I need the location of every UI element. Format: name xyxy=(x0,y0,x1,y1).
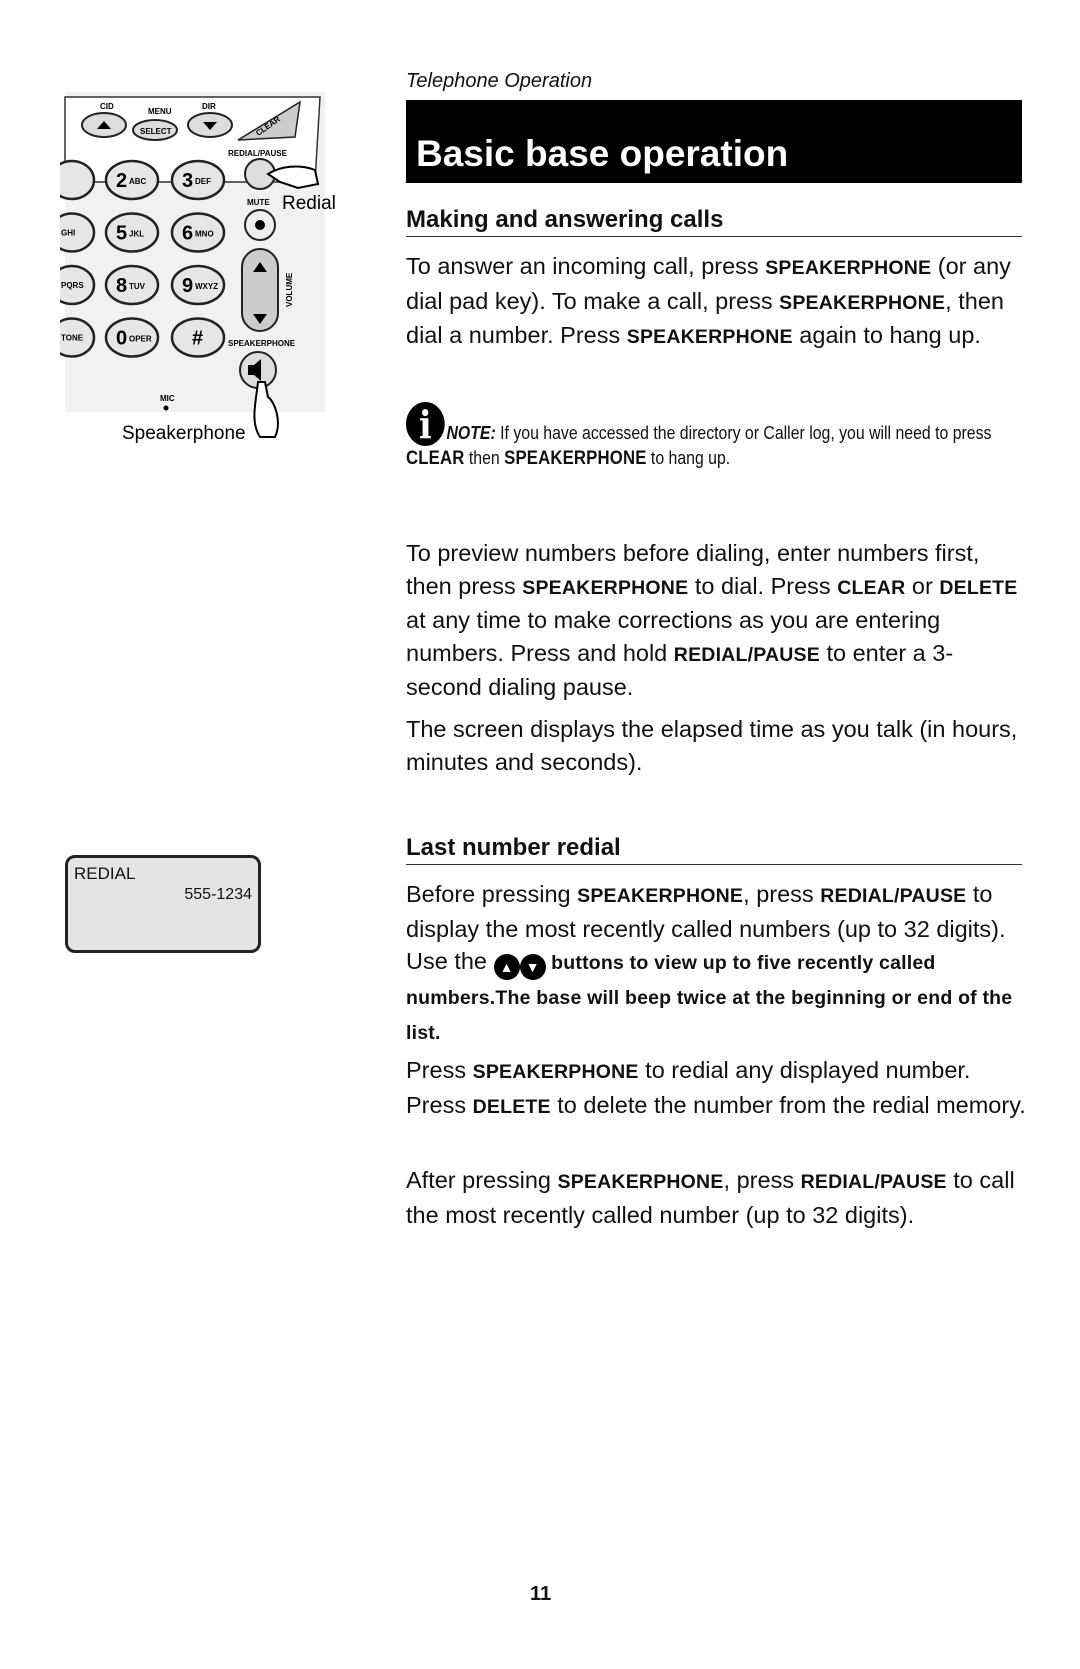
text: Before pressing xyxy=(406,881,578,907)
text: again to hang up. xyxy=(792,322,981,349)
key-name: REDIAL/PAUSE xyxy=(673,643,820,666)
left-key[interactable] xyxy=(60,159,96,201)
key-digit: 0 xyxy=(116,328,127,350)
page-title: Basic base operation xyxy=(416,133,789,174)
text: Press xyxy=(406,1057,473,1083)
section-title: Telephone Operation xyxy=(406,70,593,92)
key-letters: DEF xyxy=(195,177,211,186)
key-letters: JKL xyxy=(129,230,144,239)
left-key-letters: TONE xyxy=(61,334,84,343)
key-name: SPEAKERPHONE xyxy=(626,326,793,349)
redial-pause-label: REDIAL/PAUSE xyxy=(228,149,288,158)
paragraph-preview: To preview numbers before dialing, enter… xyxy=(406,537,1026,704)
text: , press xyxy=(743,881,821,907)
text: To answer an incoming call, press xyxy=(406,253,766,279)
left-key-letters: GHI xyxy=(61,229,75,238)
left-key-letters: PQRS xyxy=(61,281,84,290)
paragraph-redial-call: After pressing SPEAKERPHONE, press REDIA… xyxy=(406,1164,1026,1231)
volume-label: VOLUME xyxy=(285,272,294,307)
key-name: SPEAKERPHONE xyxy=(522,576,689,599)
key-digit: 9 xyxy=(182,275,193,297)
paragraph-elapsed: The screen displays the elapsed time as … xyxy=(406,716,1018,775)
key-digit: 5 xyxy=(116,223,127,245)
paragraph-redial-display: Before pressing SPEAKERPHONE, press REDI… xyxy=(406,878,1026,1049)
page-banner: Basic base operation xyxy=(406,100,1022,183)
lcd-redial-label: REDIAL xyxy=(74,864,136,883)
select-label: SELECT xyxy=(140,127,172,136)
key-digit: 2 xyxy=(116,170,127,192)
note: i NOTE: If you have accessed the director… xyxy=(406,402,1026,471)
speakerphone-label: SPEAKERPHONE xyxy=(228,339,296,348)
key-name: SPEAKERPHONE xyxy=(472,1061,639,1083)
down-arrow-icon: ▼ xyxy=(519,954,546,981)
text: to delete the number from the redial mem… xyxy=(550,1091,1026,1118)
key-name: DELETE xyxy=(472,1095,551,1118)
key-letters: WXYZ xyxy=(195,282,218,291)
speakerphone-callout: Speakerphone xyxy=(122,423,246,444)
key-digit: # xyxy=(192,328,203,350)
key-digit: 3 xyxy=(182,170,193,192)
key-name: REDIAL/PAUSE xyxy=(820,885,967,907)
mute-label: MUTE xyxy=(247,198,270,207)
key-name: SPEAKERPHONE xyxy=(765,257,932,279)
lcd-display: REDIAL 555-1234 xyxy=(65,855,261,953)
text: to hang up. xyxy=(646,448,731,468)
text: , press xyxy=(723,1167,801,1193)
key-letters: TUV xyxy=(129,282,146,291)
key-name: SPEAKERPHONE xyxy=(779,291,946,314)
menu-label: MENU xyxy=(148,107,172,116)
paragraph-redial-number: Press SPEAKERPHONE to redial any display… xyxy=(406,1054,1026,1123)
key-name: SPEAKERPHONE xyxy=(577,885,744,907)
note-text: NOTE: If you have accessed the directory… xyxy=(406,423,992,469)
key-letters: OPER xyxy=(129,335,152,344)
redial-callout: Redial xyxy=(282,193,336,214)
note-label: NOTE: xyxy=(446,423,496,443)
heading-last-number-redial: Last number redial xyxy=(406,834,1022,865)
key-name: SPEAKERPHONE xyxy=(504,448,647,469)
mic-label: MIC xyxy=(160,394,175,403)
paragraph-answer: To answer an incoming call, press SPEAKE… xyxy=(406,250,1026,354)
text: or xyxy=(905,572,940,599)
text: to dial. Press xyxy=(688,572,838,599)
key-digit: 6 xyxy=(182,223,193,245)
key-letters: MNO xyxy=(195,230,214,239)
heading-making-answering: Making and answering calls xyxy=(406,206,1022,237)
cid-label: CID xyxy=(100,102,114,111)
key-name: CLEAR xyxy=(406,448,465,469)
info-icon: i xyxy=(406,402,445,447)
key-name: REDIAL/PAUSE xyxy=(800,1171,947,1193)
text: then xyxy=(464,448,505,468)
up-arrow-icon: ▲ xyxy=(493,954,520,981)
key-letters: ABC xyxy=(129,177,147,186)
phone-keypad-illustration: CID MENU DIR SELECT CLEAR REDIAL/PAUSE R… xyxy=(60,92,336,444)
key-digit: 8 xyxy=(116,275,127,297)
lcd-number: 555-1234 xyxy=(184,886,252,903)
text: After pressing xyxy=(406,1167,558,1193)
page-number: 11 xyxy=(530,1583,552,1605)
key-name: CLEAR xyxy=(837,576,906,599)
text: If you have accessed the directory or Ca… xyxy=(495,423,992,443)
dir-label: DIR xyxy=(202,102,216,111)
key-name: DELETE xyxy=(939,576,1018,599)
key-name: SPEAKERPHONE xyxy=(557,1171,724,1193)
